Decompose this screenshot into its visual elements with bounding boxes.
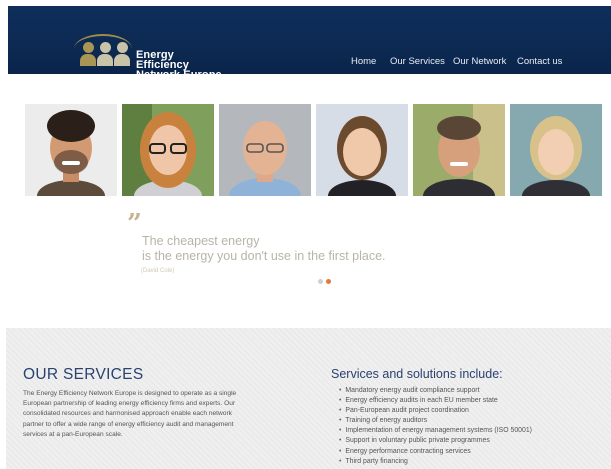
carousel-dot-1[interactable] [318, 279, 323, 284]
main-nav: Home Our Services Our Network Contact us [311, 56, 611, 70]
logo-text: Energy Efficiency Network Europe [136, 49, 224, 81]
solutions-title: Services and solutions include: [331, 367, 503, 381]
team-photo [122, 104, 214, 196]
solution-item: Support in voluntary public private prog… [339, 436, 532, 446]
solutions-list: Mandatory energy audit compliance suppor… [339, 386, 532, 467]
services-desc-line: partner to offer a wide range of energy … [23, 420, 234, 428]
team-photo [413, 104, 505, 196]
quote-author: (David Cole) [141, 268, 175, 274]
logo-line-2: Network Europe [136, 69, 222, 81]
team-photo [219, 104, 311, 196]
logo-line-1: Energy Efficiency [136, 49, 189, 71]
team-photo [316, 104, 408, 196]
solution-item: Mandatory energy audit compliance suppor… [339, 386, 532, 396]
services-desc-line: services at a pan-European scale. [23, 430, 123, 438]
nav-our-services[interactable]: Our Services [390, 56, 445, 67]
services-desc-line: consolidated resources and harmonised ap… [23, 410, 232, 418]
services-desc-line: The Energy Efficiency Network Europe is … [23, 390, 237, 397]
services-description: The Energy Efficiency Network Europe is … [23, 389, 303, 440]
solution-item: Third party financing [339, 457, 532, 467]
nav-home[interactable]: Home [351, 56, 376, 67]
logo-people-icon [80, 42, 130, 66]
quote-line-2: is the energy you don't use in the first… [142, 249, 386, 263]
site-header: Energy Efficiency Network Europe Home Ou… [8, 6, 611, 81]
nav-contact-us[interactable]: Contact us [517, 56, 562, 67]
nav-our-network[interactable]: Our Network [453, 56, 506, 67]
solution-item: Implementation of energy management syst… [339, 426, 532, 436]
solution-item: Energy efficiency audits in each EU memb… [339, 396, 532, 406]
carousel-dots [318, 279, 331, 284]
team-photo [25, 104, 117, 196]
team-photo [510, 104, 602, 196]
services-desc-line: European partnership of leading energy e… [23, 400, 236, 408]
services-title: OUR SERVICES [23, 366, 144, 383]
quote-mark-icon: ” [127, 209, 142, 239]
solution-item: Training of energy auditors [339, 416, 532, 426]
services-section: OUR SERVICES The Energy Efficiency Netwo… [6, 328, 611, 469]
solution-item: Pan-European audit project coordination [339, 406, 532, 416]
carousel-dot-2[interactable] [326, 279, 331, 284]
quote-line-1: The cheapest energy [142, 234, 260, 248]
site-logo[interactable]: Energy Efficiency Network Europe [74, 34, 224, 81]
solution-item: Energy performance contracting services [339, 447, 532, 457]
